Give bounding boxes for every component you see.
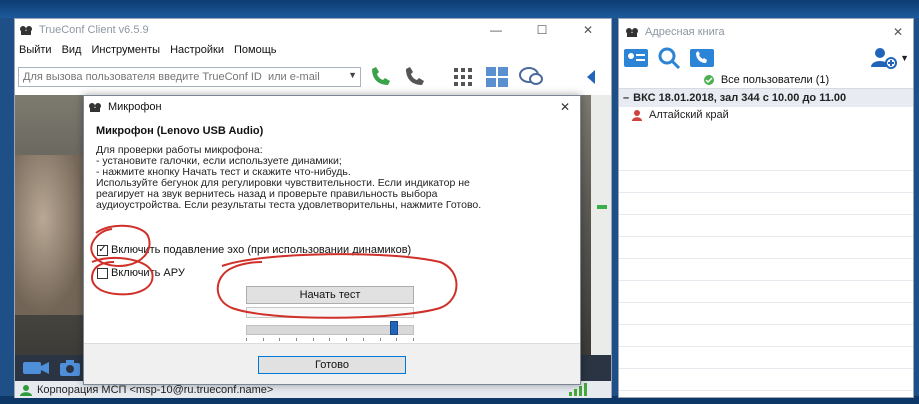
menu-item-help[interactable]: Помощь xyxy=(234,44,277,56)
microphone-dialog-footer: Готово xyxy=(84,343,580,384)
trueconf-logo-icon xyxy=(89,103,101,112)
empty-list-rows xyxy=(619,149,913,391)
call-history-icon[interactable] xyxy=(689,48,715,68)
contact-item[interactable]: Алтайский край xyxy=(619,107,913,123)
menu-bar: Выйти Вид Инструменты Настройки Помощь xyxy=(15,41,611,59)
collapse-icon: – xyxy=(623,92,630,104)
minimize-button[interactable]: — xyxy=(473,19,519,41)
checkbox-empty-icon xyxy=(97,267,108,279)
microphone-dialog-title: Микрофон xyxy=(108,101,162,113)
menu-item-settings[interactable]: Настройки xyxy=(170,44,224,56)
contact-card-icon[interactable] xyxy=(623,48,649,68)
sensitivity-slider-thumb[interactable] xyxy=(390,321,398,335)
main-titlebar: TrueConf Client v6.5.9 — ☐ ✕ xyxy=(15,19,611,41)
maximize-button[interactable]: ☐ xyxy=(519,19,565,41)
camera-icon[interactable] xyxy=(21,358,51,378)
trueconf-logo-icon xyxy=(20,26,32,35)
dialog-close-button[interactable]: ✕ xyxy=(550,100,580,114)
group-label: ВКС 18.01.2018, зал 344 с 10.00 до 11.00 xyxy=(633,92,847,104)
address-book-close-button[interactable]: ✕ xyxy=(883,25,913,39)
all-users-label: Все пользователи (1) xyxy=(720,73,830,86)
address-book-titlebar: Адресная книга ✕ xyxy=(619,19,913,45)
chat-icon xyxy=(519,67,543,85)
contact-group-header[interactable]: – ВКС 18.01.2018, зал 344 с 10.00 до 11.… xyxy=(619,89,913,107)
toggle-panel-button[interactable] xyxy=(577,63,605,91)
user-offline-icon xyxy=(632,110,642,121)
echo-cancel-label: Включить подавление эхо (при использован… xyxy=(111,244,412,256)
add-contact-button[interactable]: ▼ xyxy=(870,47,909,69)
chat-button[interactable] xyxy=(517,63,545,91)
phone-call-icon xyxy=(372,67,390,85)
hangup-button[interactable] xyxy=(401,63,429,91)
status-user-text: Корпорация МСП <msp-10@ru.trueconf.name> xyxy=(37,383,274,396)
checkbox-checked-icon: ✓ xyxy=(97,244,108,256)
address-book-toolbar: ▼ xyxy=(619,45,913,71)
dialpad-icon xyxy=(454,68,472,86)
menu-item-tools[interactable]: Инструменты xyxy=(91,44,160,56)
video-indicator xyxy=(597,205,607,209)
microphone-dialog-body: Микрофон (Lenovo USB Audio) Для проверки… xyxy=(84,118,580,343)
dialpad-button[interactable] xyxy=(449,63,477,91)
microphone-instructions: Для проверки работы микрофона: - установ… xyxy=(96,144,482,211)
online-status-icon xyxy=(703,74,714,85)
user-status-icon xyxy=(20,384,32,396)
start-test-button[interactable]: Начать тест xyxy=(246,286,414,304)
chevron-down-icon[interactable]: ▼ xyxy=(348,70,357,80)
microphone-dialog: Микрофон ✕ Микрофон (Lenovo USB Audio) Д… xyxy=(83,95,581,385)
video-side-strip xyxy=(591,95,611,355)
address-book-window: Адресная книга ✕ ▼ Все пользователи (1) … xyxy=(618,18,914,398)
main-window-title: TrueConf Client v6.5.9 xyxy=(39,24,149,36)
call-button[interactable] xyxy=(367,63,395,91)
trueconf-logo-icon xyxy=(626,28,638,37)
layout-button[interactable] xyxy=(483,63,511,91)
call-toolbar: ▼ xyxy=(15,59,611,95)
video-layout-icon xyxy=(486,67,508,87)
microphone-dialog-titlebar: Микрофон ✕ xyxy=(84,96,580,118)
done-button[interactable]: Готово xyxy=(258,356,406,374)
menu-item-view[interactable]: Вид xyxy=(62,44,82,56)
close-button[interactable]: ✕ xyxy=(565,19,611,41)
agc-checkbox[interactable]: Включить АРУ xyxy=(97,267,185,279)
menu-item-exit[interactable]: Выйти xyxy=(19,44,52,56)
audio-level-meter xyxy=(246,307,414,318)
slider-ticks xyxy=(246,338,414,341)
call-id-input[interactable] xyxy=(18,67,361,87)
chevron-left-icon xyxy=(587,70,595,84)
microphone-device-heading: Микрофон (Lenovo USB Audio) xyxy=(96,125,264,137)
add-user-icon xyxy=(871,48,898,69)
sensitivity-slider[interactable] xyxy=(246,325,414,335)
address-book-title: Адресная книга xyxy=(645,26,725,38)
chevron-down-icon: ▼ xyxy=(900,53,909,63)
call-input-wrapper: ▼ xyxy=(18,67,361,87)
agc-label: Включить АРУ xyxy=(111,267,185,279)
echo-cancel-checkbox[interactable]: ✓ Включить подавление эхо (при использов… xyxy=(97,244,411,256)
video-self-view xyxy=(15,155,85,315)
phone-hangup-icon xyxy=(406,67,424,85)
all-users-filter[interactable]: Все пользователи (1) xyxy=(619,71,913,89)
snapshot-icon[interactable] xyxy=(59,358,81,378)
desktop-top-strip xyxy=(0,0,919,18)
search-user-icon[interactable] xyxy=(657,47,681,69)
contact-name: Алтайский край xyxy=(649,109,729,121)
